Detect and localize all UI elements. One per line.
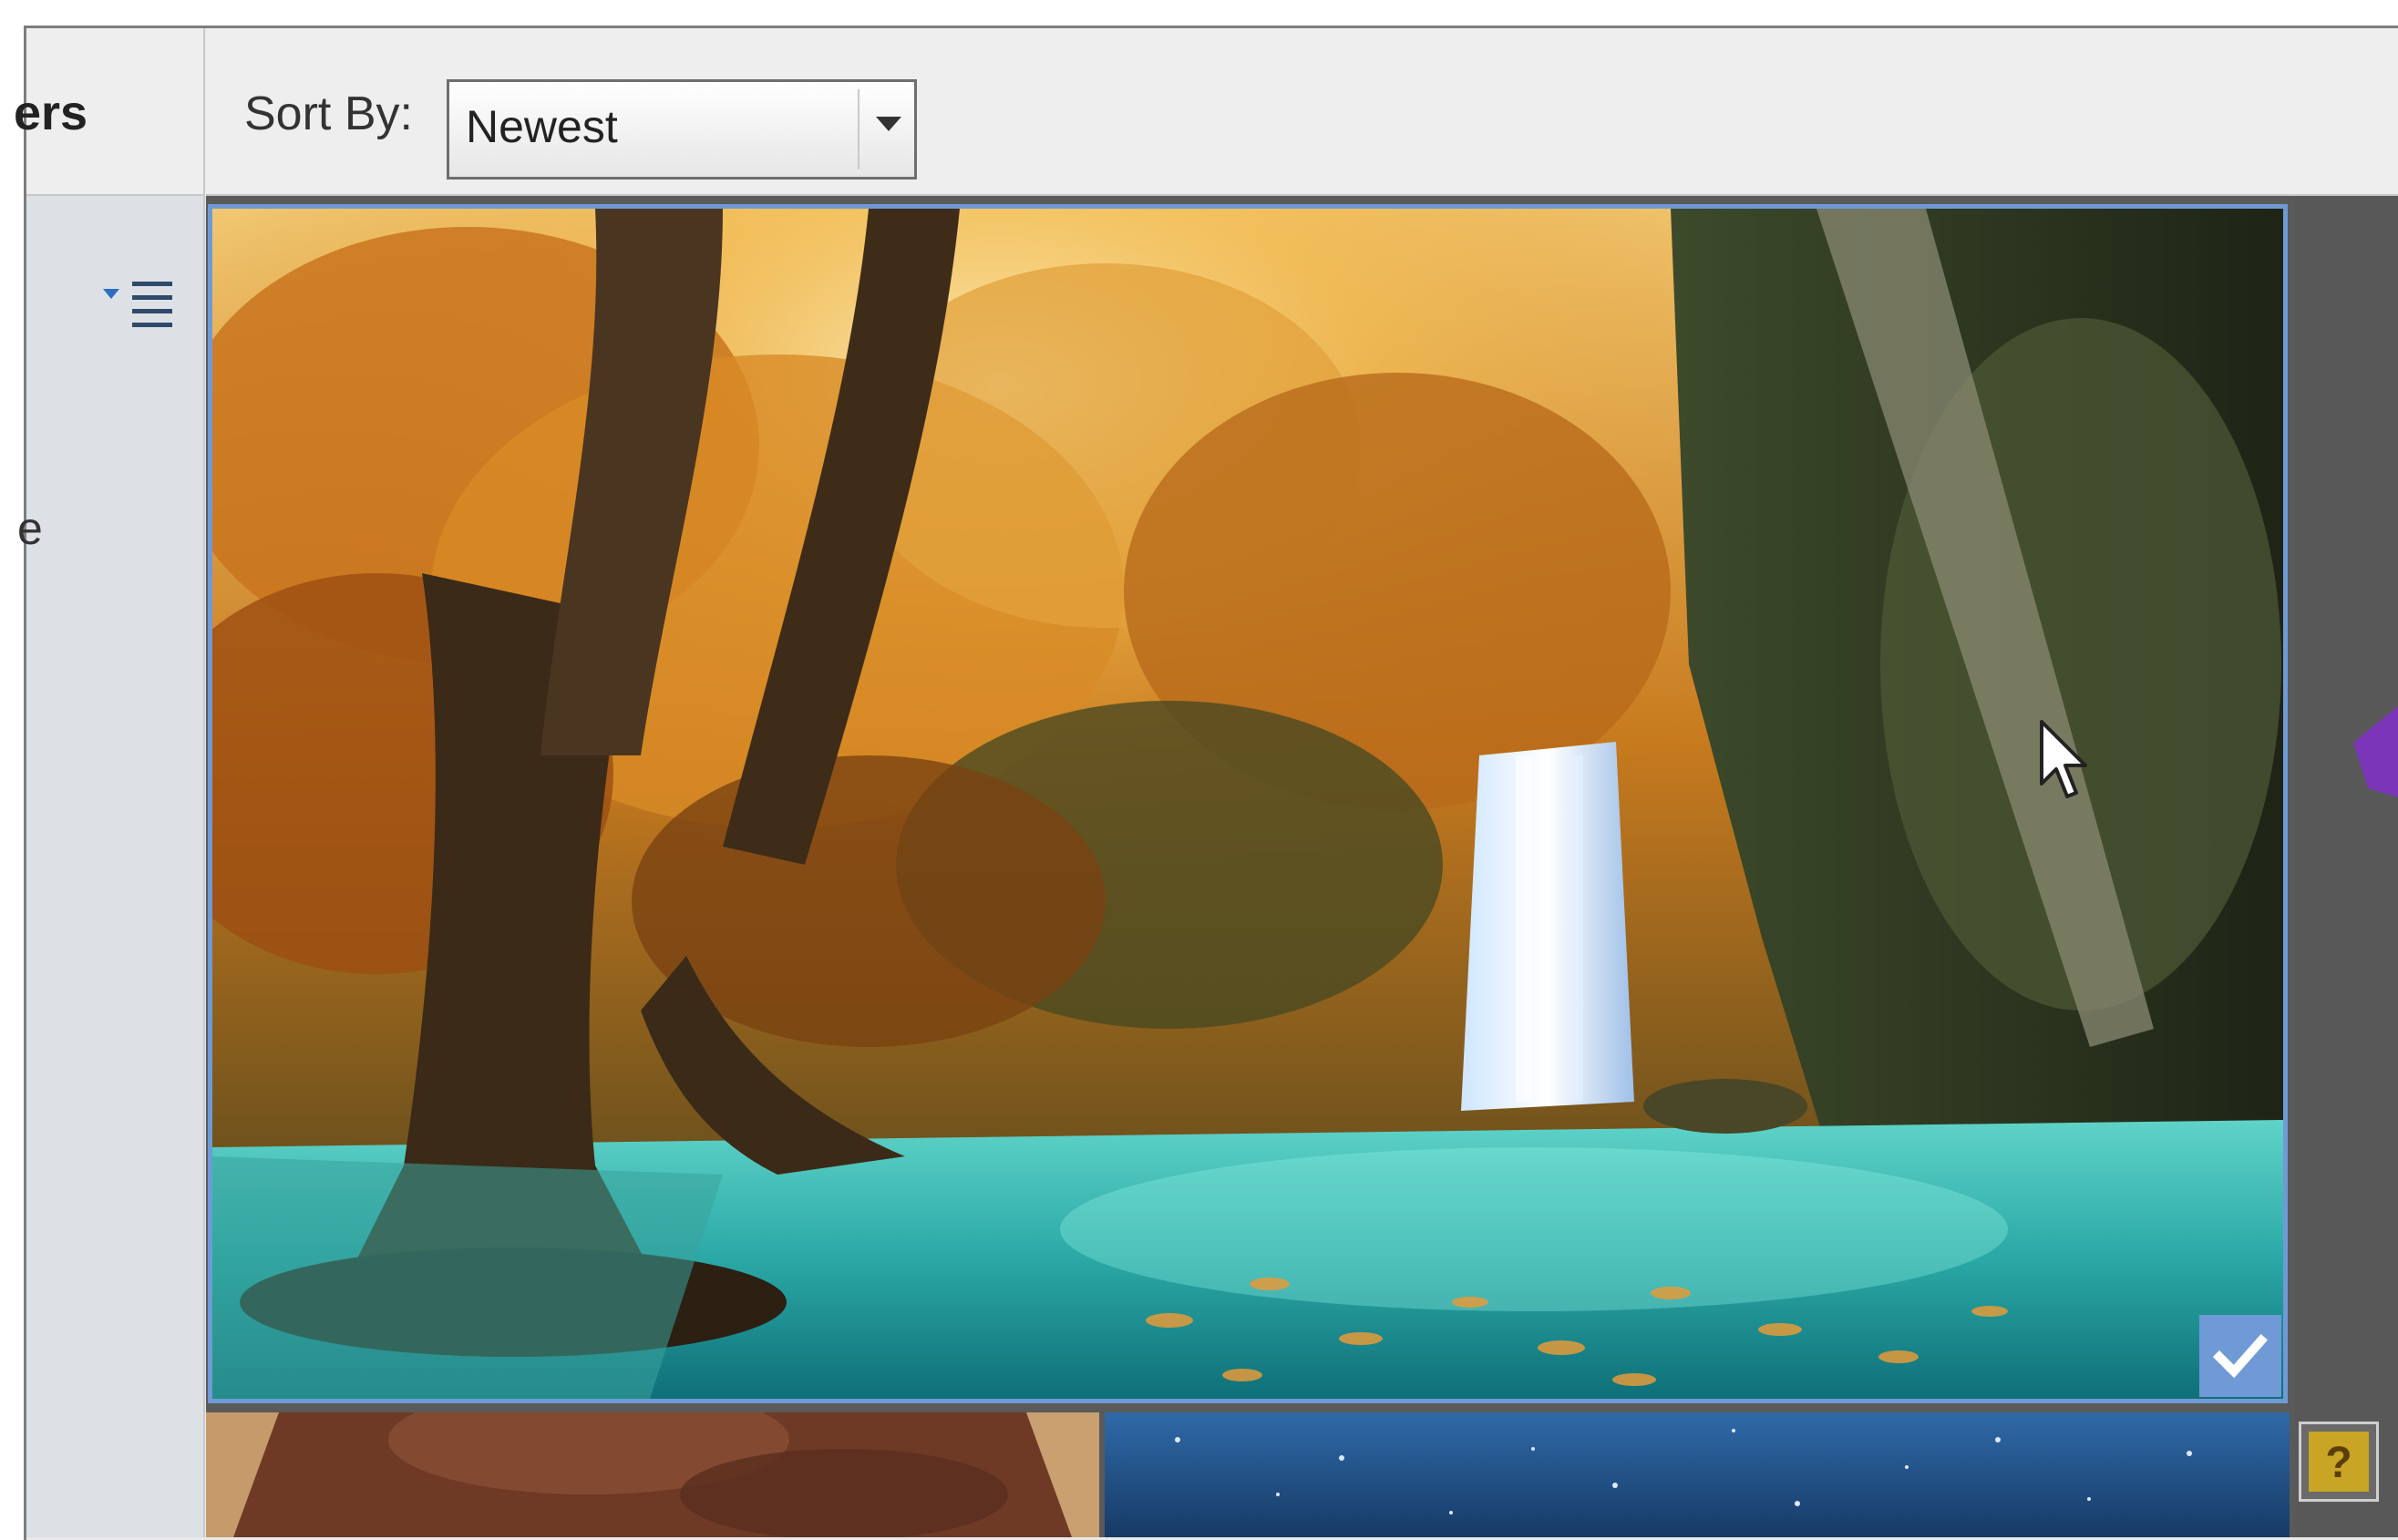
help-button[interactable]: ?	[2299, 1422, 2379, 1502]
starry-sky-image	[1105, 1412, 2290, 1537]
toolbar: Sort By: Newest	[206, 28, 2398, 196]
sort-by-dropdown[interactable]: Newest	[447, 79, 917, 180]
list-menu-icon[interactable]	[99, 274, 190, 338]
interior-image	[206, 1412, 1099, 1537]
dropdown-divider	[858, 89, 859, 169]
adjacent-thumbnail-fragment	[2353, 706, 2398, 797]
image-thumbnail-2[interactable]	[206, 1412, 1099, 1537]
sort-by-label: Sort By:	[244, 87, 413, 140]
top-strip	[0, 0, 2398, 26]
image-thumbnail-selected[interactable]	[208, 204, 2288, 1403]
chevron-down-icon	[876, 117, 901, 131]
image-thumbnail-3[interactable]	[1105, 1412, 2290, 1537]
svg-text:?: ?	[2325, 1439, 2352, 1487]
left-panel-header: ers	[14, 28, 203, 196]
panel-title: ers	[14, 86, 88, 140]
mouse-pointer-icon	[2038, 718, 2089, 802]
panel-item-label[interactable]: e	[17, 502, 43, 555]
checkmark-icon	[2199, 1315, 2281, 1397]
left-panel: ers e	[14, 28, 205, 1537]
waterfall-forest-image	[212, 209, 2283, 1399]
help-icon: ?	[2309, 1432, 2369, 1492]
sort-by-value: Newest	[466, 101, 618, 152]
right-strip	[2295, 196, 2398, 1537]
